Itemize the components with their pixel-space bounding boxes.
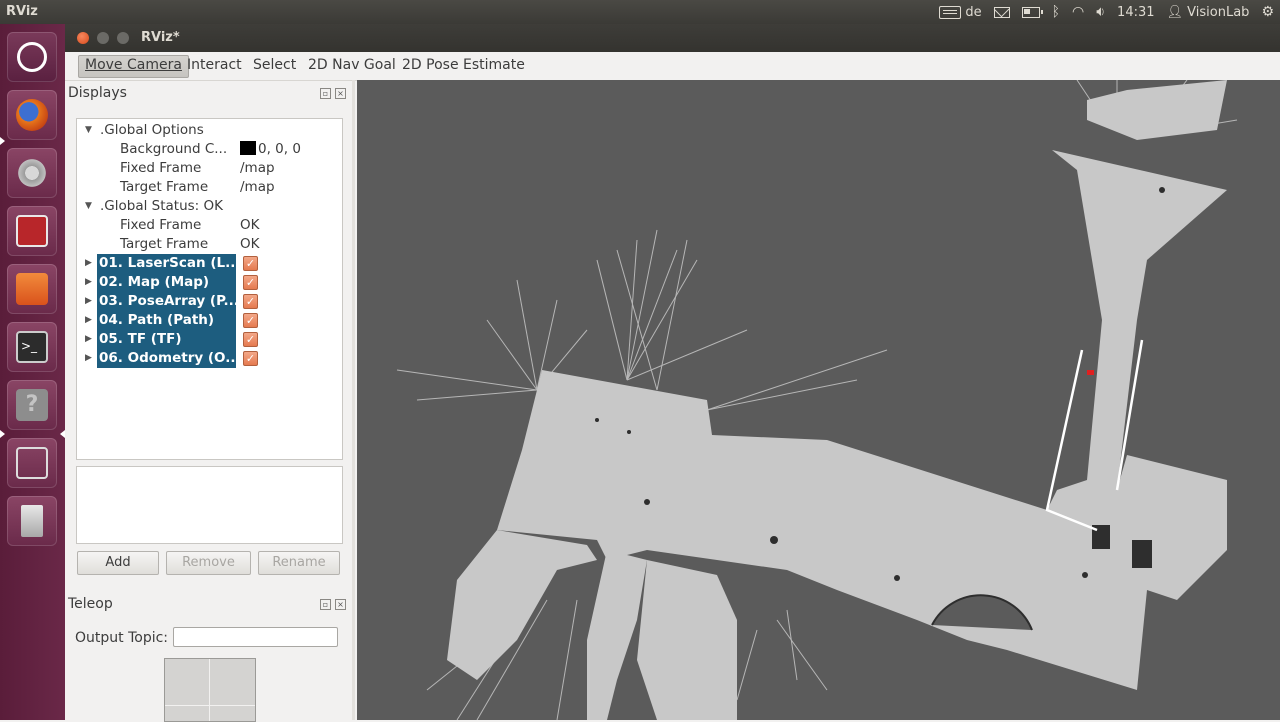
workspace-switcher-icon: [16, 447, 48, 479]
top-panel: RViz de ᛒ ◠ 🔉︎ 14:31 👤︎ VisionLab ⚙: [0, 0, 1280, 24]
folder-icon: [16, 273, 48, 305]
occupancy-map-render: [396, 80, 1238, 720]
launcher-trash[interactable]: [7, 496, 57, 546]
launcher-rviz[interactable]: ?: [7, 380, 57, 430]
enable-checkbox[interactable]: ✓: [243, 351, 258, 366]
display-item-odometry[interactable]: ▶ 06. Odometry (O... ✓: [77, 349, 342, 368]
rviz-window: RViz* Move Camera Interact Select 2D Nav…: [65, 24, 1280, 722]
trash-icon: [21, 505, 43, 537]
tool-2d-nav-goal[interactable]: 2D Nav Goal: [302, 55, 402, 76]
expand-arrow-icon[interactable]: ▼: [85, 197, 92, 216]
user-menu[interactable]: 👤︎ VisionLab: [1167, 5, 1250, 20]
volume-icon[interactable]: 🔉︎: [1096, 4, 1105, 20]
close-button[interactable]: [77, 32, 89, 44]
gear-icon[interactable]: ⚙: [1261, 4, 1274, 20]
remove-button[interactable]: Remove: [166, 551, 251, 575]
system-settings-icon: [16, 157, 48, 189]
display-item-posearray[interactable]: ▶ 03. PoseArray (P... ✓: [77, 292, 342, 311]
display-item-tf[interactable]: ▶ 05. TF (TF) ✓: [77, 330, 342, 349]
float-icon[interactable]: ▫: [320, 599, 331, 610]
terminal-icon: >_: [16, 331, 48, 363]
active-app-title: RViz: [6, 4, 38, 19]
window-title: RViz*: [141, 30, 180, 45]
display-item-path[interactable]: ▶ 04. Path (Path) ✓: [77, 311, 342, 330]
tree-row-global-status[interactable]: ▼ .Global Status: OK: [77, 197, 342, 216]
title-bar[interactable]: RViz*: [65, 24, 1280, 52]
add-button[interactable]: Add: [77, 551, 159, 575]
minimize-button[interactable]: [97, 32, 109, 44]
tree-row-target-frame[interactable]: Target Frame /map: [77, 178, 342, 197]
teleop-dock-buttons: ▫ ×: [320, 599, 346, 610]
render-viewport[interactable]: [357, 80, 1280, 720]
keyboard-icon[interactable]: [939, 5, 962, 19]
launcher-firefox[interactable]: [7, 90, 57, 140]
maximize-button[interactable]: [117, 32, 129, 44]
enable-checkbox[interactable]: ✓: [243, 275, 258, 290]
user-name: VisionLab: [1187, 4, 1250, 20]
display-item-laserscan[interactable]: ▶ 01. LaserScan (L... ✓: [77, 254, 342, 273]
collapsed-arrow-icon[interactable]: ▶: [85, 349, 92, 368]
displays-tree[interactable]: ▼ .Global Options Background C... 0, 0, …: [76, 118, 343, 460]
tree-row-fixed-frame[interactable]: Fixed Frame /map: [77, 159, 342, 178]
collapsed-arrow-icon[interactable]: ▶: [85, 330, 92, 349]
collapsed-arrow-icon[interactable]: ▶: [85, 311, 92, 330]
teleop-joystick-pad[interactable]: [164, 658, 256, 722]
panel-splitter[interactable]: [352, 80, 355, 720]
tool-2d-pose-estimate[interactable]: 2D Pose Estimate: [396, 55, 531, 76]
launcher-files[interactable]: [7, 264, 57, 314]
output-topic-input[interactable]: [173, 627, 338, 647]
ubuntu-logo-icon: [17, 42, 47, 72]
tree-row-status-fixed-frame[interactable]: Fixed Frame OK: [77, 216, 342, 235]
launcher-terminal[interactable]: >_: [7, 322, 57, 372]
tool-move-camera[interactable]: Move Camera: [78, 55, 189, 78]
color-swatch[interactable]: [240, 141, 256, 155]
launcher-workspaces[interactable]: [7, 438, 57, 488]
launcher: >_ ?: [0, 24, 66, 720]
enable-checkbox[interactable]: ✓: [243, 313, 258, 328]
app-red-icon: [16, 215, 48, 247]
background-color-value[interactable]: 0, 0, 0: [240, 140, 301, 159]
robot-marker: [1087, 370, 1094, 375]
dash-home-button[interactable]: [7, 32, 57, 82]
enable-checkbox[interactable]: ✓: [243, 256, 258, 271]
unknown-app-icon: ?: [16, 389, 48, 421]
tool-bar: Move Camera Interact Select 2D Nav Goal …: [65, 52, 1280, 81]
enable-checkbox[interactable]: ✓: [243, 294, 258, 309]
float-icon[interactable]: ▫: [320, 88, 331, 99]
user-icon: 👤︎: [1166, 4, 1184, 20]
tool-interact[interactable]: Interact: [181, 55, 248, 76]
collapsed-arrow-icon[interactable]: ▶: [85, 254, 92, 273]
property-description-box: [76, 466, 343, 544]
collapsed-arrow-icon[interactable]: ▶: [85, 273, 92, 292]
output-topic-label: Output Topic:: [75, 630, 169, 646]
tree-row-global-options[interactable]: ▼ .Global Options: [77, 121, 342, 140]
tree-row-status-target-frame[interactable]: Target Frame OK: [77, 235, 342, 254]
launcher-app[interactable]: [7, 206, 57, 256]
firefox-icon: [16, 99, 48, 131]
close-icon[interactable]: ×: [335, 599, 346, 610]
displays-panel-title: Displays: [68, 85, 127, 101]
keyboard-layout[interactable]: de: [965, 5, 981, 20]
display-item-map[interactable]: ▶ 02. Map (Map) ✓: [77, 273, 342, 292]
clock[interactable]: 14:31: [1117, 5, 1154, 20]
close-icon[interactable]: ×: [335, 88, 346, 99]
launcher-settings[interactable]: [7, 148, 57, 198]
bluetooth-icon[interactable]: ᛒ: [1052, 4, 1060, 20]
battery-icon[interactable]: [1021, 6, 1043, 18]
enable-checkbox[interactable]: ✓: [243, 332, 258, 347]
tool-select[interactable]: Select: [247, 55, 302, 76]
system-tray: de ᛒ ◠ 🔉︎ 14:31 👤︎ VisionLab ⚙: [939, 0, 1274, 24]
teleop-panel-title: Teleop: [68, 596, 113, 612]
displays-dock-buttons: ▫ ×: [320, 88, 346, 99]
collapsed-arrow-icon[interactable]: ▶: [85, 292, 92, 311]
wifi-icon[interactable]: ◠: [1072, 4, 1084, 20]
mail-icon[interactable]: [993, 6, 1010, 18]
expand-arrow-icon[interactable]: ▼: [85, 121, 92, 140]
tree-row-background-color[interactable]: Background C... 0, 0, 0: [77, 140, 342, 159]
rename-button[interactable]: Rename: [258, 551, 340, 575]
map-free-space: [447, 80, 1227, 720]
